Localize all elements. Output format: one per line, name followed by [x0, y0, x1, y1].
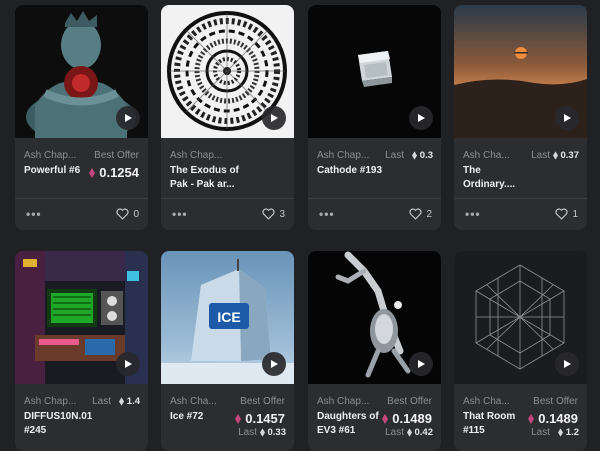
heart-icon: [116, 208, 129, 220]
ethereum-icon: [259, 428, 265, 437]
play-button[interactable]: [116, 352, 140, 376]
play-button[interactable]: [262, 106, 286, 130]
play-icon: [125, 360, 132, 368]
ethereum-icon: [557, 428, 563, 437]
price-value: 0.1457: [235, 411, 285, 426]
play-button[interactable]: [555, 352, 579, 376]
svg-text:ICE: ICE: [217, 309, 240, 325]
last-price-label: Last: [238, 427, 257, 438]
nft-thumbnail[interactable]: [454, 251, 587, 384]
artist-name[interactable]: Ash Chap...: [317, 150, 369, 161]
more-options-button[interactable]: •••: [172, 207, 188, 221]
nft-thumbnail[interactable]: [15, 5, 148, 138]
price-label: Last: [531, 150, 550, 161]
nft-title[interactable]: The Exodus of Pak - Pak ar...: [170, 164, 242, 191]
price-label: Last: [385, 150, 404, 161]
nft-thumbnail[interactable]: [308, 5, 441, 138]
play-icon: [271, 360, 278, 368]
like-count: 2: [426, 208, 432, 220]
nft-title[interactable]: Ice #72: [170, 410, 242, 424]
last-price-value: 0.33: [259, 427, 286, 438]
nft-title[interactable]: Cathode #193: [317, 164, 389, 178]
nft-card[interactable]: Ash Chap... Last 1.4 DIFFUS10N.01 #245: [15, 251, 148, 451]
nft-title[interactable]: That Room #115: [463, 410, 535, 437]
play-button[interactable]: [409, 106, 433, 130]
nft-title[interactable]: DIFFUS10N.01 #245: [24, 410, 96, 437]
more-options-button[interactable]: •••: [465, 207, 481, 221]
price-label: Last: [92, 396, 111, 407]
play-button[interactable]: [409, 352, 433, 376]
ethereum-icon: [411, 151, 417, 160]
nft-thumbnail[interactable]: [308, 251, 441, 384]
nft-title[interactable]: Daughters of EV3 #61: [317, 410, 389, 437]
artist-name[interactable]: Ash Chap...: [24, 150, 76, 161]
nft-card[interactable]: Ash Chap... Last 0.3 Cathode #193 ••• 2: [308, 5, 441, 230]
play-button[interactable]: [116, 106, 140, 130]
artist-name[interactable]: Ash Chap...: [170, 150, 222, 161]
ethereum-icon: [89, 167, 96, 178]
nft-card[interactable]: Ash Cha... Best Offer That Room #115 0.1…: [454, 251, 587, 451]
more-options-button[interactable]: •••: [319, 207, 335, 221]
artist-name[interactable]: Ash Cha...: [463, 150, 510, 161]
play-icon: [418, 114, 425, 122]
nft-card[interactable]: Ash Chap... The Exodus of Pak - Pak ar..…: [161, 5, 294, 230]
ethereum-icon: [382, 413, 389, 424]
nft-title[interactable]: The Ordinary....: [463, 164, 535, 191]
like-button[interactable]: 1: [555, 208, 578, 220]
ethereum-icon: [118, 397, 124, 406]
ethereum-icon: [406, 428, 412, 437]
play-button[interactable]: [262, 352, 286, 376]
play-icon: [125, 114, 132, 122]
nft-thumbnail[interactable]: [161, 5, 294, 138]
nft-card[interactable]: Ash Chap... Best Offer Daughters of EV3 …: [308, 251, 441, 451]
like-count: 1: [572, 208, 578, 220]
artist-name[interactable]: Ash Chap...: [24, 396, 76, 407]
artist-name[interactable]: Ash Chap...: [317, 396, 369, 407]
like-button[interactable]: 0: [116, 208, 139, 220]
nft-grid: Ash Chap... Best Offer Powerful #6 0.125…: [0, 0, 600, 451]
like-count: 3: [279, 208, 285, 220]
nft-card[interactable]: Ash Cha... Last 0.37 The Ordinary.... ••…: [454, 5, 587, 230]
price-label: Best Offer: [387, 396, 432, 407]
last-price-value: 0.3: [411, 150, 433, 161]
price-label: Best Offer: [240, 396, 285, 407]
last-price-label: Last: [531, 427, 550, 438]
play-button[interactable]: [555, 106, 579, 130]
last-price-value: 0.37: [552, 150, 579, 161]
price-value: 0.1489: [528, 411, 578, 426]
play-icon: [564, 114, 571, 122]
nft-card[interactable]: Ash Chap... Best Offer Powerful #6 0.125…: [15, 5, 148, 230]
artist-name[interactable]: Ash Cha...: [170, 396, 217, 407]
artist-name[interactable]: Ash Cha...: [463, 396, 510, 407]
nft-thumbnail[interactable]: [15, 251, 148, 384]
heart-icon: [262, 208, 275, 220]
more-options-button[interactable]: •••: [26, 207, 42, 221]
nft-title[interactable]: Powerful #6: [24, 164, 96, 178]
price-label: Best Offer: [533, 396, 578, 407]
last-price-value: 0.42: [406, 427, 433, 438]
ethereum-icon: [552, 151, 558, 160]
last-price-value: 1.2: [557, 427, 579, 438]
nft-card[interactable]: ICE Ash Cha... Best Offer Ice #72 0.1457…: [161, 251, 294, 451]
ethereum-icon: [235, 413, 242, 424]
price-value: 0.1254: [89, 165, 139, 180]
heart-icon: [555, 208, 568, 220]
like-count: 0: [133, 208, 139, 220]
play-icon: [418, 360, 425, 368]
play-icon: [564, 360, 571, 368]
last-price-label: Last: [385, 427, 404, 438]
heart-icon: [409, 208, 422, 220]
nft-thumbnail[interactable]: [454, 5, 587, 138]
ethereum-icon: [528, 413, 535, 424]
price-label: Best Offer: [94, 150, 139, 161]
play-icon: [271, 114, 278, 122]
price-value: 0.1489: [382, 411, 432, 426]
nft-thumbnail[interactable]: ICE: [161, 251, 294, 384]
last-price-value: 1.4: [118, 396, 140, 407]
like-button[interactable]: 2: [409, 208, 432, 220]
like-button[interactable]: 3: [262, 208, 285, 220]
